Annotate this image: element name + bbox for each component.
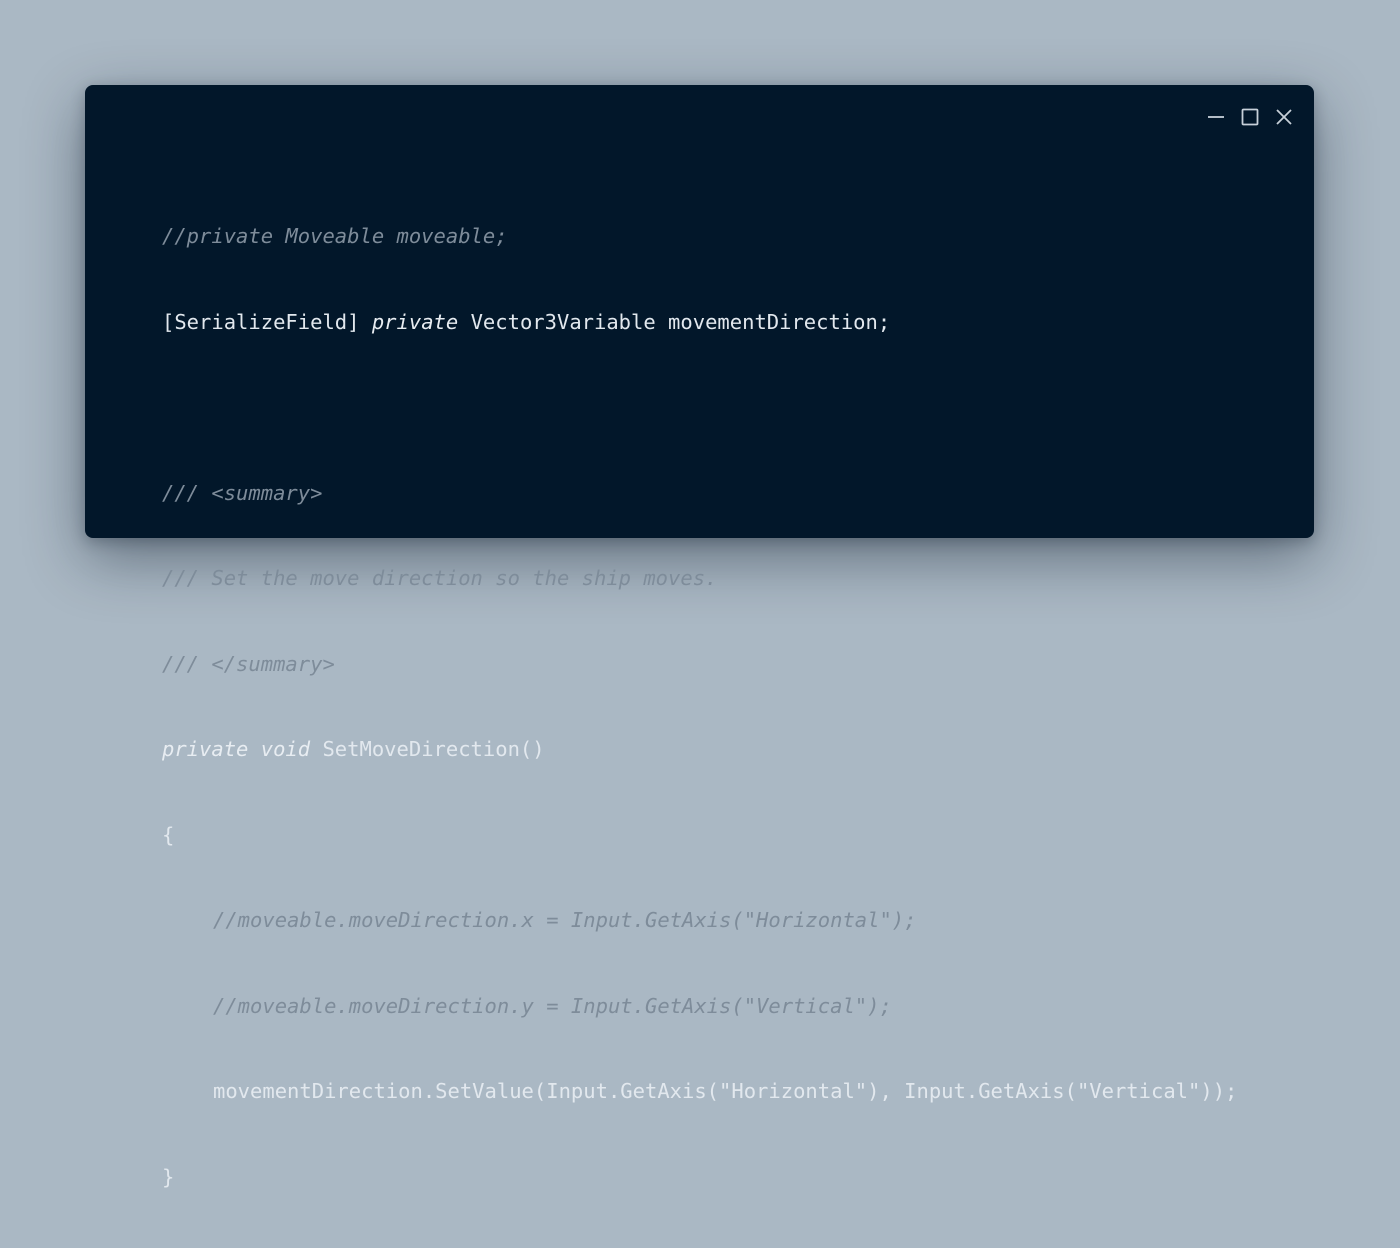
code-comment: //private Moveable moveable; bbox=[162, 224, 508, 248]
code-line-7: private void SetMoveDirection() bbox=[162, 735, 1237, 764]
code-text: SetMoveDirection() bbox=[310, 737, 545, 761]
code-line-1: //private Moveable moveable; bbox=[162, 222, 1237, 251]
code-line-5: /// Set the move direction so the ship m… bbox=[162, 564, 1237, 593]
code-window: //private Moveable moveable; [SerializeF… bbox=[85, 85, 1314, 1189]
code-line-11: movementDirection.SetValue(Input.GetAxis… bbox=[162, 1077, 1237, 1106]
code-line-6: /// </summary> bbox=[162, 650, 1237, 679]
code-keyword: private void bbox=[162, 737, 311, 761]
code-keyword: private bbox=[371, 309, 459, 334]
close-icon[interactable] bbox=[1274, 107, 1294, 127]
code-line-10: //moveable.moveDirection.y = Input.GetAx… bbox=[162, 992, 1237, 1021]
minimize-icon[interactable] bbox=[1206, 107, 1226, 127]
code-line-2: [SerializeField] private Vector3Variable… bbox=[162, 308, 1237, 337]
code-line-9: //moveable.moveDirection.x = Input.GetAx… bbox=[162, 906, 1237, 935]
code-line-3-blank bbox=[162, 393, 1237, 422]
code-comment: /// Set the move direction so the ship m… bbox=[162, 566, 718, 590]
code-line-4: /// <summary> bbox=[162, 479, 1237, 508]
code-text: Vector3Variable movementDirection; bbox=[458, 309, 891, 334]
code-text: movementDirection.SetValue(Input.GetAxis… bbox=[213, 1079, 1238, 1103]
code-text: } bbox=[162, 1164, 175, 1189]
maximize-icon[interactable] bbox=[1240, 107, 1260, 127]
code-comment: /// </summary> bbox=[162, 651, 335, 676]
code-text: { bbox=[162, 822, 175, 847]
code-comment: //moveable.moveDirection.y = Input.GetAx… bbox=[213, 993, 892, 1018]
code-text: [SerializeField] bbox=[162, 309, 372, 334]
code-line-12: } bbox=[162, 1163, 1237, 1192]
code-comment: /// <summary> bbox=[162, 480, 323, 505]
code-block: //private Moveable moveable; [SerializeF… bbox=[162, 165, 1237, 1248]
window-controls bbox=[1206, 107, 1294, 127]
code-line-8: { bbox=[162, 821, 1237, 850]
code-comment: //moveable.moveDirection.x = Input.GetAx… bbox=[213, 908, 917, 932]
